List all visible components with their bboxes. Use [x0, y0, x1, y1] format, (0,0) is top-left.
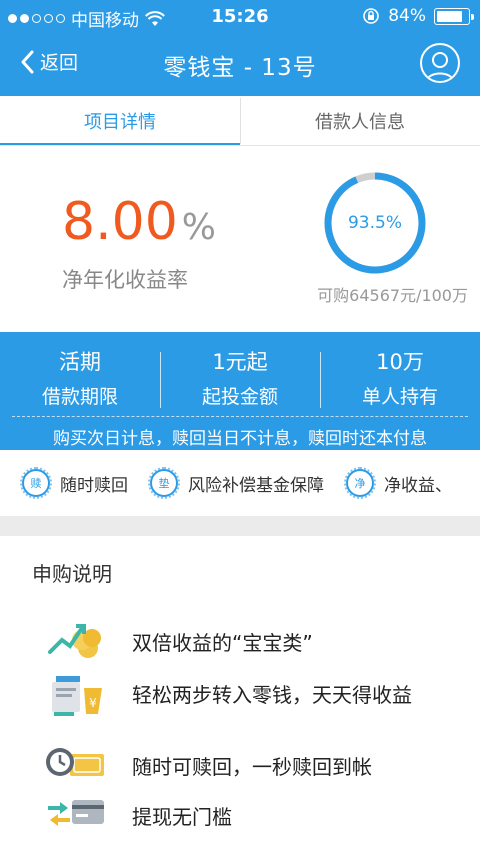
battery-icon [434, 7, 474, 25]
term-label: 借款期限 [41, 386, 118, 408]
growth-coins-icon [48, 624, 101, 658]
item-text: 提现无门槛 [132, 805, 232, 829]
interest-note: 购买次日计息，赎回当日不计息，赎回时还本付息 [53, 429, 427, 449]
tab-borrower-info[interactable]: 借款人信息 [240, 96, 480, 146]
progress-percent: 93.5% [347, 213, 402, 233]
card-exchange-icon [48, 800, 104, 826]
feature-label: 随时赎回 [60, 475, 128, 496]
term-label: 起投金额 [201, 386, 278, 408]
profile-button[interactable] [420, 43, 460, 83]
tab-divider [240, 98, 241, 144]
item-text: 轻松两步转入零钱，天天得收益 [132, 683, 412, 707]
status-bar: 中国移动 15:26 84% [0, 0, 480, 34]
tab-label: 借款人信息 [315, 112, 405, 133]
transfer-money-icon: ¥ [52, 676, 102, 716]
section-separator [0, 516, 480, 536]
term-min-invest: 1元起 起投金额 [160, 346, 320, 409]
item-text: 双倍收益的“宝宝类” [132, 631, 313, 655]
battery-percent: 84% [388, 6, 426, 26]
dashed-divider [12, 416, 468, 417]
net-icon: 净 [344, 467, 376, 499]
section-title: 申购说明 [32, 562, 112, 586]
available-amount: 可购64567元/100万 [317, 286, 468, 305]
app-header: 中国移动 15:26 84% 返回 零钱宝 - 13号 [0, 0, 480, 96]
feature-redeem-anytime: 赎 随时赎回 [20, 467, 128, 499]
rate-section: 8.00% 净年化收益率 93.5% 可购64567元/100万 [0, 146, 480, 332]
tab-project-details[interactable]: 项目详情 [0, 96, 240, 146]
term-value: 1元起 [212, 350, 268, 374]
page-title: 零钱宝 - 13号 [163, 55, 317, 81]
item-text: 随时可赎回，一秒赎回到帐 [132, 755, 372, 779]
subscription-section: 申购说明 双倍收益的“宝宝类” ¥ 轻松两步转入零钱，天天得收益 随时可赎回，一… [0, 536, 480, 852]
nav-bar: 返回 零钱宝 - 13号 [0, 34, 480, 96]
clock-cash-icon [46, 748, 104, 776]
term-max-hold: 10万 单人持有 [320, 346, 480, 409]
tab-label: 项目详情 [84, 112, 156, 133]
term-value: 10万 [376, 350, 424, 374]
term-value: 活期 [59, 350, 101, 374]
term-label: 单人持有 [361, 386, 438, 408]
rate-display: 8.00% [62, 192, 216, 252]
term-period: 活期 借款期限 [0, 346, 160, 409]
rate-value: 8.00 [62, 192, 178, 252]
feature-net-return: 净 净收益、 [344, 467, 452, 499]
feature-label: 净收益、 [384, 475, 452, 496]
rate-unit: % [181, 207, 216, 248]
rate-label: 净年化收益率 [62, 268, 188, 292]
redeem-icon: 赎 [20, 467, 52, 499]
feature-risk-fund: 垫 风险补偿基金保障 [148, 467, 324, 499]
features-row: 赎 随时赎回 垫 风险补偿基金保障 净 净收益、 [0, 450, 480, 516]
rotation-lock-icon [363, 8, 380, 24]
feature-label: 风险补偿基金保障 [188, 475, 324, 496]
svg-text:¥: ¥ [89, 696, 97, 710]
guarantee-icon: 垫 [148, 467, 180, 499]
